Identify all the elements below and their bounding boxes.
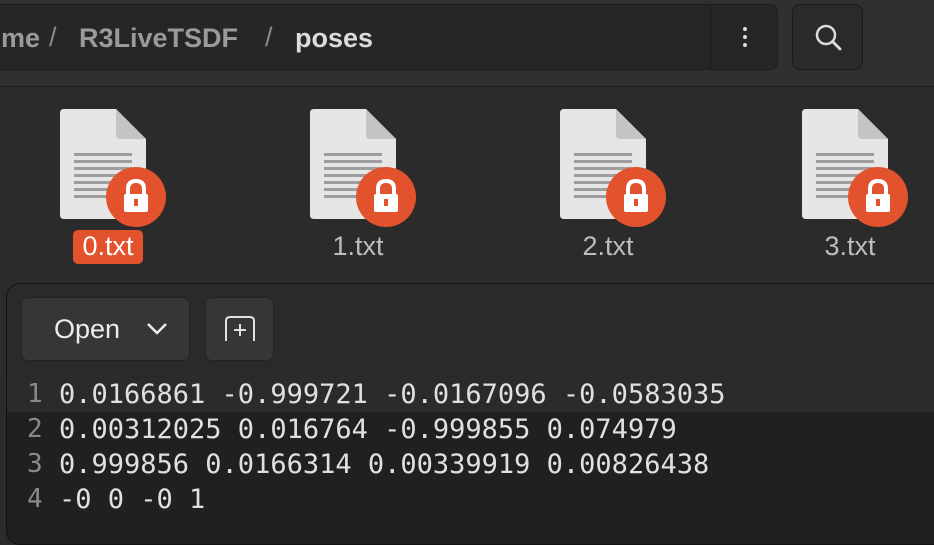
lock-icon: [106, 167, 166, 227]
file-item-2[interactable]: 2.txt: [528, 107, 688, 277]
code-line: 4 -0 0 -0 1: [7, 482, 934, 517]
breadcrumb-item-r3livetsdf[interactable]: R3LiveTSDF: [79, 23, 238, 54]
open-button[interactable]: Open: [21, 297, 190, 361]
breadcrumb-separator: /: [265, 22, 273, 52]
file-item-3[interactable]: 3.txt: [770, 107, 930, 277]
breadcrumb-item-home[interactable]: me: [1, 23, 40, 54]
search-icon: [815, 24, 841, 51]
text-preview[interactable]: 1 0.0166861 -0.999721 -0.0167096 -0.0583…: [7, 377, 934, 544]
file-grid: 0.txt 1.txt 2.txt 3.txt: [0, 87, 934, 287]
pin-window-icon: [224, 316, 255, 341]
lock-icon: [356, 167, 416, 227]
line-number: 4: [27, 484, 43, 514]
open-button-label: Open: [54, 314, 121, 344]
open-in-window-button[interactable]: [205, 297, 274, 361]
preview-toolbar: Open: [7, 284, 934, 377]
file-item-0[interactable]: 0.txt: [28, 107, 188, 277]
header-bar: me / R3LiveTSDF / poses: [0, 0, 934, 87]
line-number: 2: [27, 414, 43, 444]
line-number: 1: [27, 379, 43, 409]
kebab-menu-icon: [743, 27, 747, 47]
lock-icon: [606, 167, 666, 227]
breadcrumb: me / R3LiveTSDF / poses: [0, 4, 778, 70]
lock-icon: [848, 167, 908, 227]
line-text: -0 0 -0 1: [59, 484, 206, 515]
code-line: 1 0.0166861 -0.999721 -0.0167096 -0.0583…: [7, 377, 934, 412]
breadcrumb-separator: /: [49, 22, 57, 52]
code-line: 2 0.00312025 0.016764 -0.999855 0.074979: [7, 412, 934, 447]
breadcrumb-item-poses[interactable]: poses: [295, 23, 373, 54]
file-name: 0.txt: [73, 230, 143, 264]
file-name: 3.txt: [824, 231, 876, 261]
search-button[interactable]: [792, 4, 863, 70]
line-text: 0.999856 0.0166314 0.00339919 0.00826438: [59, 449, 710, 480]
file-name: 1.txt: [332, 231, 384, 261]
code-line: 3 0.999856 0.0166314 0.00339919 0.008264…: [7, 447, 934, 482]
file-name: 2.txt: [582, 231, 634, 261]
line-text: 0.00312025 0.016764 -0.999855 0.074979: [59, 414, 677, 445]
file-item-1[interactable]: 1.txt: [278, 107, 438, 277]
line-text: 0.0166861 -0.999721 -0.0167096 -0.058303…: [59, 379, 726, 410]
file-preview-panel: Open 1 0.0166861 -0.999721 -0.0167096 -0…: [6, 283, 934, 545]
chevron-down-icon: [147, 323, 167, 335]
line-number: 3: [27, 449, 43, 479]
menu-button[interactable]: [710, 5, 779, 69]
